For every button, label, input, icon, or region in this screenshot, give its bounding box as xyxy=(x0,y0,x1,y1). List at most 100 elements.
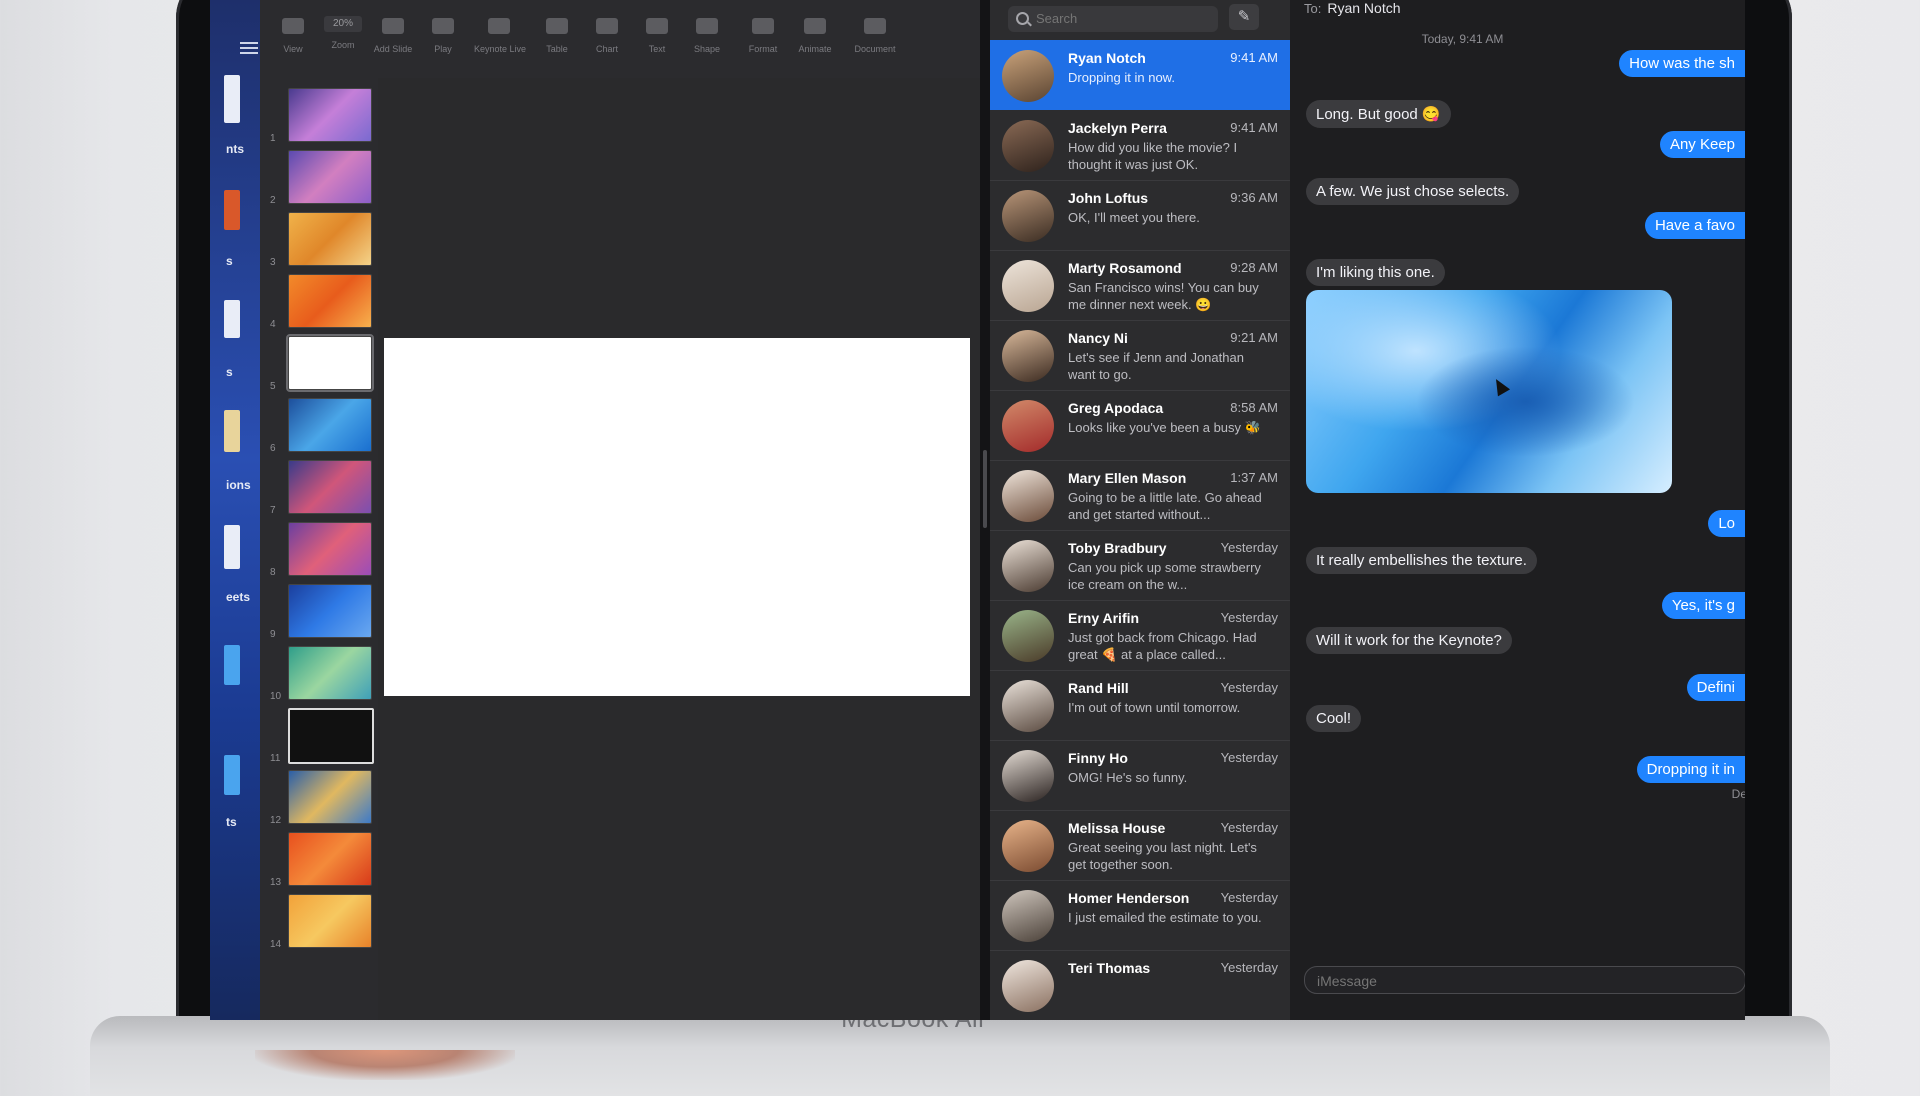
slide-thumbnail[interactable]: 2 xyxy=(270,150,372,206)
message-preview: Can you pick up some strawberry ice crea… xyxy=(1068,560,1261,592)
slide-number: 2 xyxy=(270,195,276,206)
message-bubble-outgoing: Have a favo xyxy=(1644,212,1745,239)
message-time: Yesterday xyxy=(1220,890,1278,905)
avatar xyxy=(1002,330,1054,382)
message-time: Yesterday xyxy=(1220,820,1278,835)
message-preview: Looks like you've been a busy 🐝 xyxy=(1068,420,1261,435)
contact-name: Erny Arifin xyxy=(1068,610,1140,626)
toolbar-chart-button[interactable]: Chart xyxy=(582,18,632,54)
toolbar-label: Document xyxy=(854,44,896,54)
conversation-item[interactable]: Ryan Notch 9:41 AM Dropping it in now. xyxy=(990,40,1290,110)
slide-thumbnail[interactable]: 10 xyxy=(270,646,372,702)
message-bubble-outgoing: Defini xyxy=(1686,674,1745,701)
message-time: Yesterday xyxy=(1220,540,1278,555)
slide-thumbnail[interactable]: 9 xyxy=(270,584,372,640)
slide-thumbnail[interactable]: 1 xyxy=(270,88,372,144)
date-stamp: Today, 9:41 AM xyxy=(1421,32,1504,46)
message-time: 9:41 AM xyxy=(1230,120,1278,135)
slide-thumbnail[interactable]: 11 xyxy=(270,708,374,764)
message-bubble-outgoing: How was the sh xyxy=(1619,50,1745,77)
avatar xyxy=(1002,680,1054,732)
conversation-item[interactable]: John Loftus 9:36 AM OK, I'll meet you th… xyxy=(990,180,1290,251)
slide-number: 1 xyxy=(270,133,276,144)
message-field[interactable] xyxy=(1304,966,1745,994)
conversation-item[interactable]: Mary Ellen Mason 1:37 AM Going to be a l… xyxy=(990,460,1290,531)
slide-thumbnail[interactable]: 3 xyxy=(270,212,372,268)
slide-number: 6 xyxy=(270,443,276,454)
slide-number: 14 xyxy=(270,939,282,950)
sidebar-thumb-icon xyxy=(224,525,240,569)
split-view-handle[interactable] xyxy=(983,450,987,528)
search-input[interactable] xyxy=(1034,10,1208,27)
message-time: Yesterday xyxy=(1220,680,1278,695)
slide-thumbnail[interactable]: 14 xyxy=(270,894,372,950)
message-bubble-outgoing: Yes, it's g xyxy=(1661,592,1745,619)
message-bubble-incoming: Long. But good 😋 xyxy=(1306,100,1451,128)
conversation-item[interactable]: Finny Ho Yesterday OMG! He's so funny. xyxy=(990,740,1290,811)
toolbar-table-button[interactable]: Table xyxy=(532,18,582,54)
sidebar-label: s xyxy=(226,254,233,268)
toolbar-add-slide-button[interactable]: Add Slide xyxy=(368,18,418,54)
conversation-item[interactable]: Teri Thomas Yesterday xyxy=(990,950,1290,1020)
conversation-item[interactable]: Melissa House Yesterday Great seeing you… xyxy=(990,810,1290,881)
avatar xyxy=(1002,260,1054,312)
search-icon xyxy=(1016,12,1029,25)
slide-number: 11 xyxy=(270,753,281,764)
avatar xyxy=(1002,610,1054,662)
message-preview: Great seeing you last night. Let's get t… xyxy=(1068,840,1257,872)
avatar xyxy=(1002,820,1054,872)
message-input[interactable] xyxy=(1315,972,1699,990)
slide-number: 4 xyxy=(270,319,276,330)
toolbar-animate-button[interactable]: Animate xyxy=(790,18,840,54)
toolbar-view-button[interactable]: View xyxy=(268,18,318,54)
sidebar-thumb-icon xyxy=(224,645,240,685)
conversation-item[interactable]: Greg Apodaca 8:58 AM Looks like you've b… xyxy=(990,390,1290,461)
message-time: 9:28 AM xyxy=(1230,260,1278,275)
contact-name: Ryan Notch xyxy=(1068,50,1146,66)
toolbar-zoom-button[interactable]: 20% Zoom xyxy=(318,16,368,50)
slide-thumbnail[interactable]: 13 xyxy=(270,832,372,888)
search-field[interactable] xyxy=(1008,6,1218,32)
contact-name: Mary Ellen Mason xyxy=(1068,470,1187,486)
current-slide[interactable] xyxy=(384,338,970,696)
conversation-item[interactable]: Rand Hill Yesterday I'm out of town unti… xyxy=(990,670,1290,741)
conversation-item[interactable]: Toby Bradbury Yesterday Can you pick up … xyxy=(990,530,1290,601)
hamburger-icon[interactable] xyxy=(240,42,258,54)
slide-thumbnail[interactable]: 4 xyxy=(270,274,372,330)
slide-number: 5 xyxy=(270,381,276,392)
toolbar-shape-button[interactable]: Shape xyxy=(682,18,732,54)
recipient-name[interactable]: Ryan Notch xyxy=(1327,0,1400,16)
recipient-line: To: Ryan Notch xyxy=(1304,0,1401,16)
photo-attachment[interactable] xyxy=(1306,290,1672,493)
message-preview: I just emailed the estimate to you. xyxy=(1068,910,1262,925)
message-preview: Let's see if Jenn and Jonathan want to g… xyxy=(1068,350,1244,382)
zoom-value[interactable]: 20% xyxy=(324,16,362,32)
slide-thumbnail[interactable]: 12 xyxy=(270,770,372,826)
compose-button[interactable]: ✎ xyxy=(1229,4,1259,30)
contact-name: John Loftus xyxy=(1068,190,1149,206)
message-preview: I'm out of town until tomorrow. xyxy=(1068,700,1241,715)
toolbar-label: Table xyxy=(546,44,568,54)
conversation-item[interactable]: Marty Rosamond 9:28 AM San Francisco win… xyxy=(990,250,1290,321)
toolbar-play-button[interactable]: Play xyxy=(418,18,468,54)
avatar xyxy=(1002,750,1054,802)
toolbar-document-button[interactable]: Document xyxy=(850,18,900,54)
slide-thumbnail[interactable]: 8 xyxy=(270,522,372,578)
toolbar-format-button[interactable]: Format xyxy=(738,18,788,54)
toolbar-label: Chart xyxy=(595,44,618,54)
message-bubble-incoming: Will it work for the Keynote? xyxy=(1306,627,1512,654)
slide-thumbnail[interactable]: 6 xyxy=(270,398,372,454)
toolbar-text-button[interactable]: Text xyxy=(632,18,682,54)
sidebar-label: nts xyxy=(226,142,244,156)
toolbar-keynote-live-button[interactable]: Keynote Live xyxy=(474,18,526,54)
conversation-item[interactable]: Jackelyn Perra 9:41 AM How did you like … xyxy=(990,110,1290,181)
message-bubble-incoming: It really embellishes the texture. xyxy=(1306,547,1537,574)
slide-thumbnail[interactable]: 5 xyxy=(270,334,374,392)
slide-thumbnail[interactable]: 7 xyxy=(270,460,372,516)
conversation-item[interactable]: Erny Arifin Yesterday Just got back from… xyxy=(990,600,1290,671)
sidebar-thumb-icon xyxy=(224,190,240,230)
message-preview: How did you like the movie? I thought it… xyxy=(1068,140,1238,172)
conversation-item[interactable]: Homer Henderson Yesterday I just emailed… xyxy=(990,880,1290,951)
conversation-item[interactable]: Nancy Ni 9:21 AM Let's see if Jenn and J… xyxy=(990,320,1290,391)
message-preview: Going to be a little late. Go ahead and … xyxy=(1068,490,1262,522)
